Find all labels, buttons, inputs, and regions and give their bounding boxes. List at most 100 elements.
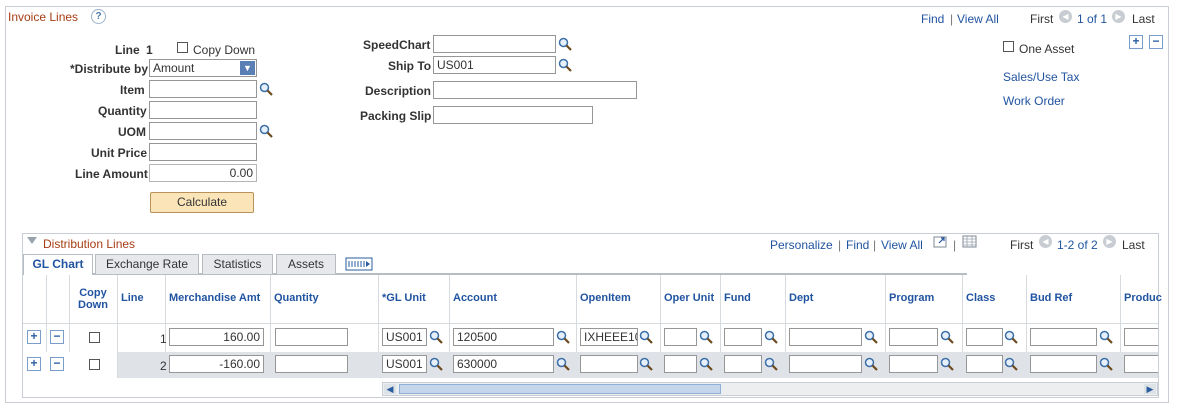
grid-find-link[interactable]: Find: [846, 238, 869, 252]
dept-lookup-icon[interactable]: [864, 330, 878, 344]
bud-ref-lookup-icon[interactable]: [1099, 357, 1113, 371]
unit-price-input[interactable]: [149, 143, 257, 161]
program-input[interactable]: [889, 355, 938, 373]
class-input[interactable]: [966, 355, 1003, 373]
download-grid-icon[interactable]: [962, 235, 977, 248]
gl-unit-input[interactable]: US001: [382, 328, 427, 346]
prev-arrow-icon[interactable]: ◀: [1059, 10, 1072, 23]
class-lookup-icon[interactable]: [1004, 330, 1018, 344]
add-row-button[interactable]: +: [1129, 35, 1143, 49]
speedchart-lookup-icon[interactable]: [558, 37, 572, 51]
collapse-triangle-icon[interactable]: [27, 237, 37, 244]
scroll-left-icon[interactable]: ◀: [384, 384, 396, 394]
item-input[interactable]: [149, 80, 257, 98]
grid-view-all-link[interactable]: View All: [881, 238, 923, 252]
bud-ref-lookup-icon[interactable]: [1099, 330, 1113, 344]
dept-input[interactable]: [789, 328, 862, 346]
speedchart-input[interactable]: [433, 35, 556, 53]
view-all-link[interactable]: View All: [957, 12, 999, 26]
account-input[interactable]: 120500: [453, 328, 554, 346]
grid-first-label: First: [1010, 238, 1034, 252]
openitem-input[interactable]: IXHEEE10: [580, 328, 638, 346]
fund-lookup-icon[interactable]: [764, 330, 778, 344]
fund-lookup-icon[interactable]: [764, 357, 778, 371]
packing-slip-input[interactable]: [433, 106, 593, 124]
oper-unit-lookup-icon[interactable]: [699, 330, 713, 344]
openitem-lookup-icon[interactable]: [639, 330, 653, 344]
gl-unit-value: US001: [386, 357, 423, 371]
bud-ref-input[interactable]: [1030, 355, 1097, 373]
help-icon[interactable]: ?: [91, 9, 106, 24]
program-input[interactable]: [889, 328, 938, 346]
program-lookup-icon[interactable]: [940, 330, 954, 344]
personalize-link[interactable]: Personalize: [770, 238, 833, 252]
calculate-button[interactable]: Calculate: [150, 192, 254, 213]
copy-down-checkbox[interactable]: [177, 42, 188, 53]
oper-unit-lookup-icon[interactable]: [699, 357, 713, 371]
openitem-lookup-icon[interactable]: [639, 357, 653, 371]
product-input[interactable]: [1124, 328, 1158, 346]
next-arrow-icon[interactable]: ▶: [1112, 10, 1125, 23]
quantity-input[interactable]: [275, 328, 348, 346]
fund-input[interactable]: [724, 328, 762, 346]
gl-unit-lookup-icon[interactable]: [429, 357, 443, 371]
col-line: Line: [121, 292, 144, 304]
openitem-value: IXHEEE10: [584, 330, 638, 344]
tab-exchange-rate[interactable]: Exchange Rate: [95, 254, 199, 274]
show-all-columns-icon[interactable]: [345, 257, 373, 271]
grid-prev-arrow-icon[interactable]: ◀: [1039, 235, 1052, 248]
delete-row-button[interactable]: −: [1149, 35, 1163, 49]
delete-row-button[interactable]: −: [50, 357, 64, 371]
program-lookup-icon[interactable]: [940, 357, 954, 371]
account-value: 630000: [457, 357, 498, 371]
one-asset-checkbox[interactable]: [1003, 41, 1014, 52]
uom-label: UOM: [118, 125, 146, 139]
gl-unit-input[interactable]: US001: [382, 355, 427, 373]
scroll-thumb[interactable]: [399, 384, 721, 394]
oper-unit-input[interactable]: [664, 355, 697, 373]
quantity-input[interactable]: [275, 355, 348, 373]
dept-input[interactable]: [789, 355, 862, 373]
gl-unit-value: US001: [386, 330, 423, 344]
uom-lookup-icon[interactable]: [259, 124, 273, 138]
item-lookup-icon[interactable]: [259, 82, 273, 96]
class-lookup-icon[interactable]: [1004, 357, 1018, 371]
packing-slip-label: Packing Slip: [360, 109, 432, 123]
dept-lookup-icon[interactable]: [864, 357, 878, 371]
fund-input[interactable]: [724, 355, 762, 373]
new-window-icon[interactable]: [933, 235, 948, 248]
gl-unit-lookup-icon[interactable]: [429, 330, 443, 344]
separator: |: [838, 238, 842, 252]
row-copy-down-checkbox[interactable]: [89, 359, 100, 370]
tab-gl-chart[interactable]: GL Chart: [23, 254, 93, 275]
tab-statistics[interactable]: Statistics: [202, 254, 273, 274]
row-copy-down-checkbox[interactable]: [89, 332, 100, 343]
insert-row-button[interactable]: +: [27, 330, 41, 344]
product-input[interactable]: [1124, 355, 1158, 373]
find-link[interactable]: Find: [921, 12, 944, 26]
work-order-link[interactable]: Work Order: [1003, 94, 1065, 108]
account-lookup-icon[interactable]: [556, 357, 570, 371]
delete-row-button[interactable]: −: [50, 330, 64, 344]
scroll-right-icon[interactable]: ▶: [1144, 384, 1156, 394]
tab-assets[interactable]: Assets: [276, 254, 336, 274]
col-gl-unit: *GL Unit: [382, 292, 426, 304]
oper-unit-input[interactable]: [664, 328, 697, 346]
sales-use-tax-link[interactable]: Sales/Use Tax: [1003, 70, 1079, 84]
openitem-input[interactable]: [580, 355, 638, 373]
bud-ref-input[interactable]: [1030, 328, 1097, 346]
ship-to-lookup-icon[interactable]: [558, 58, 572, 72]
horizontal-scrollbar[interactable]: ◀ ▶: [382, 382, 1158, 396]
merchandise-amt-input[interactable]: 160.00: [169, 328, 264, 346]
ship-to-input[interactable]: US001: [433, 56, 556, 74]
description-input[interactable]: [433, 81, 637, 99]
insert-row-button[interactable]: +: [27, 357, 41, 371]
grid-next-arrow-icon[interactable]: ▶: [1103, 235, 1116, 248]
merchandise-amt-input[interactable]: -160.00: [169, 355, 264, 373]
class-input[interactable]: [966, 328, 1003, 346]
account-input[interactable]: 630000: [453, 355, 554, 373]
chevron-down-icon[interactable]: ▼: [240, 61, 255, 75]
account-lookup-icon[interactable]: [556, 330, 570, 344]
uom-input[interactable]: [149, 122, 257, 140]
quantity-input[interactable]: [149, 101, 257, 119]
